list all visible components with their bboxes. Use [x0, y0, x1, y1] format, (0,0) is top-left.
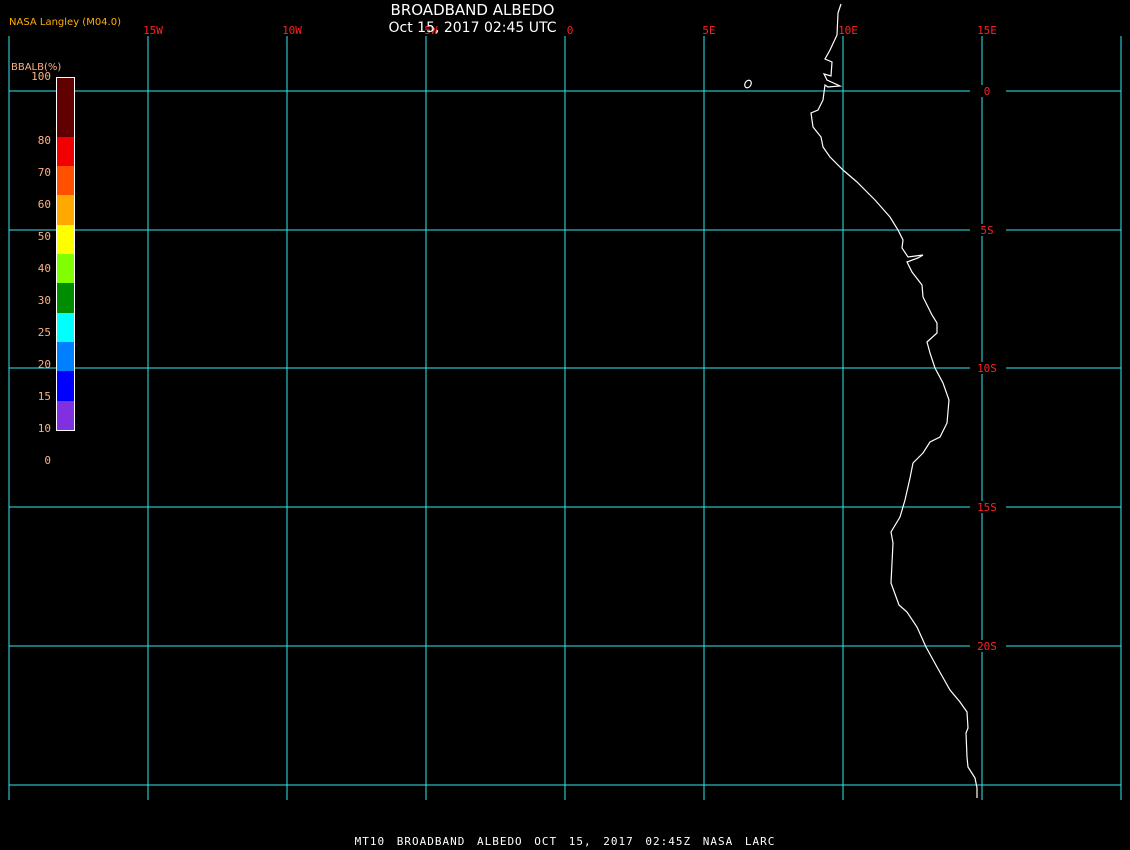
- latitude-label: 15S: [977, 501, 997, 514]
- latitude-label: 10S: [977, 362, 997, 375]
- legend-swatch: [57, 341, 74, 372]
- map-title: BROADBAND ALBEDO: [390, 1, 555, 19]
- coastline: [810, 3, 978, 798]
- legend-label: 15: [37, 390, 51, 403]
- legend-swatch: [57, 400, 74, 430]
- legend-swatch: [57, 165, 74, 196]
- legend-swatch: [57, 224, 74, 254]
- legend-label: 10: [37, 422, 51, 435]
- map-timestamp: Oct 15, 2017 02:45 UTC: [388, 20, 557, 36]
- legend-label: 25: [37, 326, 51, 339]
- footer-caption: MT10 BROADBAND ALBEDO OCT 15, 2017 02:45…: [354, 835, 776, 848]
- latitude-label: 20S: [977, 640, 997, 653]
- legend-swatch: [57, 371, 74, 401]
- legend-swatch: [57, 283, 74, 313]
- legend-swatch: [57, 195, 74, 225]
- legend-label: 80: [37, 134, 51, 147]
- legend-swatch: [57, 136, 74, 166]
- legend-swatch: [57, 253, 74, 284]
- legend-swatch: [57, 107, 74, 137]
- legend-label: 40: [37, 262, 51, 275]
- legend-label: 0: [44, 454, 51, 467]
- latitude-label: 5S: [980, 224, 993, 237]
- longitude-label: 15E: [977, 24, 997, 37]
- legend-label: 20: [37, 358, 51, 371]
- map-canvas: 15W 10W 5W 0 5E 10E 15E05S10S15S20S: [8, 3, 1122, 800]
- legend-label: 70: [37, 166, 51, 179]
- legend-label: 100: [31, 70, 51, 83]
- color-legend-bar: [56, 77, 75, 431]
- latitude-label: 0: [984, 85, 991, 98]
- legend-label: 50: [37, 230, 51, 243]
- legend-label: 60: [37, 198, 51, 211]
- legend-label: 30: [37, 294, 51, 307]
- legend-swatch: [57, 312, 74, 342]
- island-outline: [744, 79, 752, 89]
- legend-swatch: [57, 78, 74, 108]
